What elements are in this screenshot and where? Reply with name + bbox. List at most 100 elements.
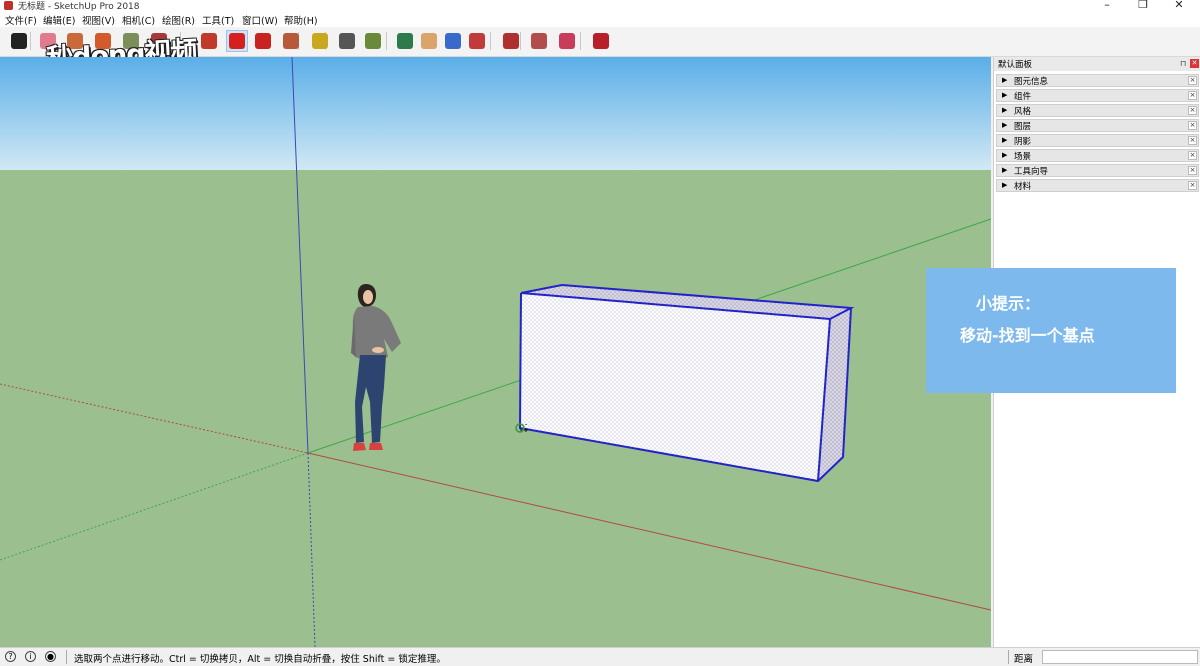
menu-window[interactable]: 窗口(W) (242, 13, 278, 27)
scale-tool-icon-glyph (283, 33, 299, 49)
offset-tool-icon-glyph (201, 33, 217, 49)
expand-triangle-icon: ▶ (1002, 136, 1008, 144)
tray-label: 场景 (1014, 152, 1032, 162)
extension-warehouse-icon[interactable] (528, 30, 550, 52)
tray-close-icon[interactable]: × (1188, 76, 1197, 85)
tray-item[interactable]: ▶ 阴影 × (996, 134, 1199, 147)
tray-close-icon[interactable]: × (1188, 91, 1197, 100)
menu-edit[interactable]: 编辑(E) (43, 13, 75, 27)
measurements-input[interactable] (1042, 650, 1198, 664)
zoom-extents-tool-icon-glyph (469, 33, 485, 49)
tray-label: 工具向导 (1014, 167, 1049, 177)
status-bar: ? i ● 选取两个点进行移动。Ctrl = 切换拷贝，Alt = 切换自动折叠… (0, 647, 1200, 666)
menu-view[interactable]: 视图(V) (82, 13, 115, 27)
pin-icon[interactable]: ⊓ (1180, 59, 1186, 68)
tray-close-icon[interactable]: × (1188, 121, 1197, 130)
tray-label: 材料 (1014, 182, 1032, 192)
menu-file[interactable]: 文件(F) (5, 13, 37, 27)
toolbar-separator (490, 32, 491, 50)
orbit-tool-icon-glyph (397, 33, 413, 49)
user-icon[interactable]: ● (45, 651, 56, 662)
tip-title: 小提示： (976, 294, 1041, 313)
ruby-icon-glyph (593, 33, 609, 49)
status-text: 选取两个点进行移动。Ctrl = 切换拷贝，Alt = 切换自动折叠，按住 Sh… (74, 654, 446, 665)
menu-bar: 文件(F) 编辑(E) 视图(V) 相机(C) 绘图(R) 工具(T) 窗口(W… (0, 12, 1200, 27)
window-title: 无标题 - SketchUp Pro 2018 (18, 2, 140, 12)
close-icon[interactable]: ✕ (1172, 0, 1186, 11)
tray-item[interactable]: ▶ 图层 × (996, 119, 1199, 132)
text-tool-icon-glyph (339, 33, 355, 49)
pan-tool-icon-glyph (421, 33, 437, 49)
orbit-tool-icon[interactable] (394, 30, 416, 52)
rotate-tool-icon-glyph (255, 33, 271, 49)
tray-close-icon[interactable]: × (1188, 106, 1197, 115)
scale-tool-icon[interactable] (280, 30, 302, 52)
expand-triangle-icon: ▶ (1002, 106, 1008, 114)
extension-warehouse-icon-glyph (531, 33, 547, 49)
select-tool-icon-glyph (11, 33, 27, 49)
expand-triangle-icon: ▶ (1002, 151, 1008, 159)
expand-triangle-icon: ▶ (1002, 76, 1008, 84)
measurements-label: 距离 (1014, 654, 1034, 665)
select-tool-icon[interactable] (8, 30, 30, 52)
expand-triangle-icon: ▶ (1002, 91, 1008, 99)
tray-item[interactable]: ▶ 组件 × (996, 89, 1199, 102)
menu-tools[interactable]: 工具(T) (202, 13, 234, 27)
zoom-tool-icon-glyph (445, 33, 461, 49)
drawing-viewport[interactable] (0, 57, 991, 647)
geo-location-icon[interactable]: ? (5, 651, 16, 662)
offset-tool-icon[interactable] (198, 30, 220, 52)
toolbar-separator (30, 32, 31, 50)
pan-tool-icon[interactable] (418, 30, 440, 52)
expand-triangle-icon: ▶ (1002, 121, 1008, 129)
tip-box: 小提示： 移动-找到一个基点 (926, 268, 1176, 393)
expand-triangle-icon: ▶ (1002, 181, 1008, 189)
tape-measure-tool-icon-glyph (312, 33, 328, 49)
zoom-extents-tool-icon[interactable] (466, 30, 488, 52)
minimize-icon[interactable]: – (1100, 0, 1114, 11)
tray-item[interactable]: ▶ 风格 × (996, 104, 1199, 117)
tray-label: 风格 (1014, 107, 1032, 117)
paint-bucket-tool-icon[interactable] (362, 30, 384, 52)
scene-canvas[interactable] (0, 57, 991, 647)
panel-title: 默认面板 (998, 60, 1033, 70)
warehouse-icon-glyph (503, 33, 519, 49)
toolbar-separator (386, 32, 387, 50)
menu-draw[interactable]: 绘图(R) (162, 13, 195, 27)
panel-close-icon[interactable]: ✕ (1190, 59, 1199, 68)
move-tool-icon[interactable] (226, 30, 248, 52)
tray-label: 组件 (1014, 92, 1032, 102)
tray-close-icon[interactable]: × (1188, 181, 1197, 190)
rotate-tool-icon[interactable] (252, 30, 274, 52)
tray-label: 图元信息 (1014, 77, 1049, 87)
tray-label: 阴影 (1014, 137, 1032, 147)
tape-measure-tool-icon[interactable] (309, 30, 331, 52)
tray-item[interactable]: ▶ 场景 × (996, 149, 1199, 162)
send-to-layout-icon[interactable] (556, 30, 578, 52)
menu-camera[interactable]: 相机(C) (122, 13, 155, 27)
expand-triangle-icon: ▶ (1002, 166, 1008, 174)
tray-close-icon[interactable]: × (1188, 136, 1197, 145)
panel-header: 默认面板 ⊓ ✕ (994, 57, 1200, 71)
tray-item[interactable]: ▶ 材料 × (996, 179, 1199, 192)
tray-item[interactable]: ▶ 图元信息 × (996, 74, 1199, 87)
paint-bucket-tool-icon-glyph (365, 33, 381, 49)
status-divider (1008, 650, 1009, 664)
status-divider (66, 650, 67, 664)
text-tool-icon[interactable] (336, 30, 358, 52)
title-bar: 无标题 - SketchUp Pro 2018 – ❐ ✕ (0, 0, 1200, 12)
warehouse-icon[interactable] (500, 30, 522, 52)
credits-icon[interactable]: i (25, 651, 36, 662)
ruby-icon[interactable] (590, 30, 612, 52)
menu-help[interactable]: 帮助(H) (284, 13, 318, 27)
move-tool-icon-glyph (229, 33, 245, 49)
tray-close-icon[interactable]: × (1188, 151, 1197, 160)
send-to-layout-icon-glyph (559, 33, 575, 49)
sketchup-app-icon (4, 1, 13, 10)
tray-item[interactable]: ▶ 工具向导 × (996, 164, 1199, 177)
zoom-tool-icon[interactable] (442, 30, 464, 52)
tip-text: 移动-找到一个基点 (960, 326, 1095, 345)
restore-icon[interactable]: ❐ (1136, 0, 1150, 11)
toolbar-separator (580, 32, 581, 50)
tray-close-icon[interactable]: × (1188, 166, 1197, 175)
